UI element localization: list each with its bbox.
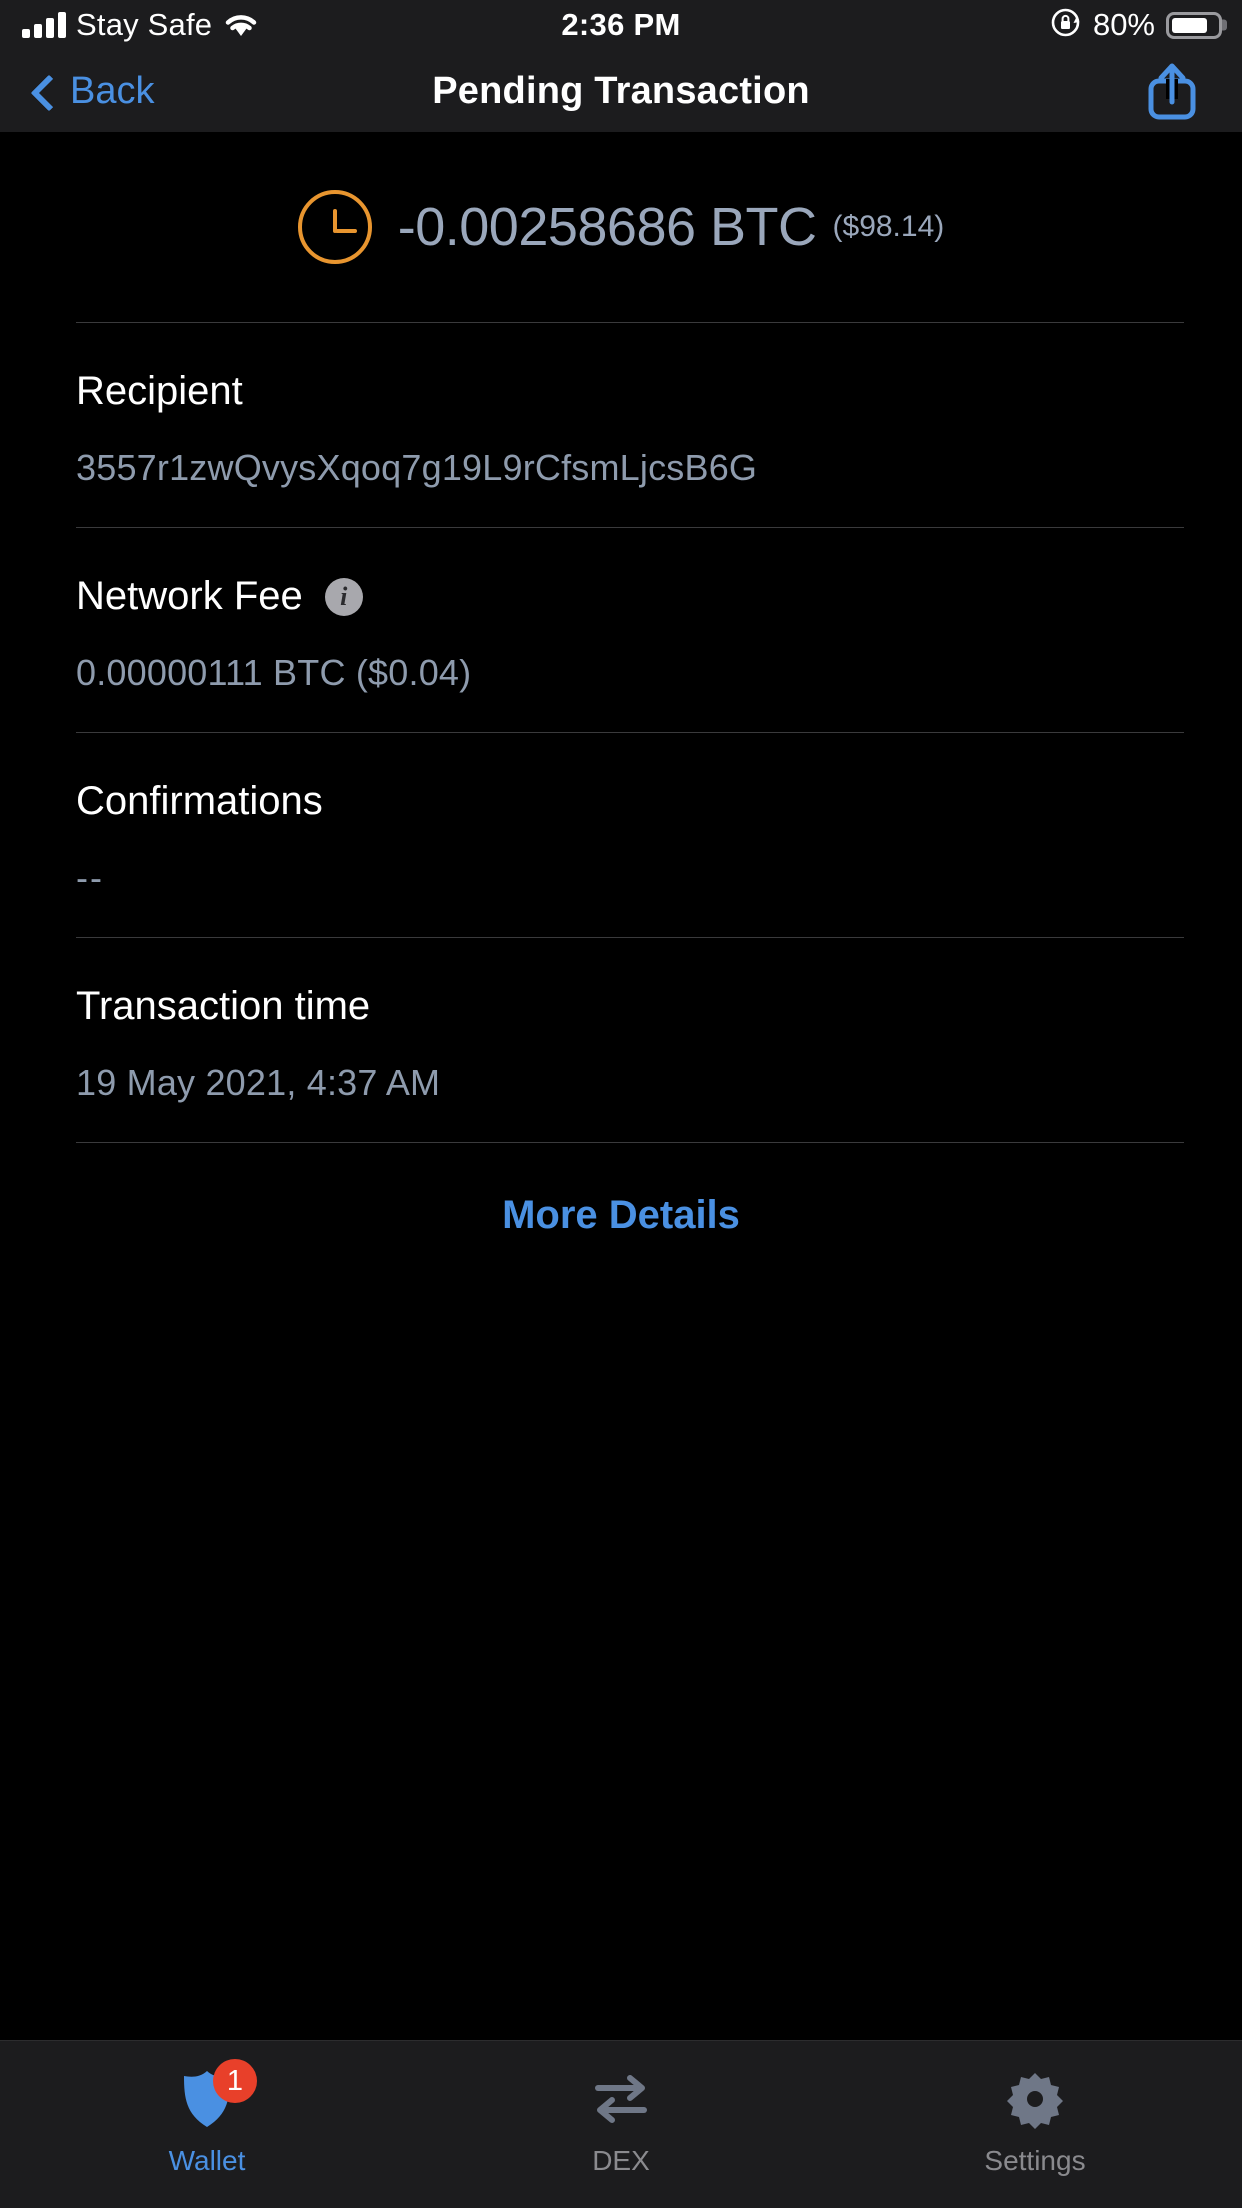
tab-dex-label: DEX	[592, 2145, 650, 2176]
confirmations-value: --	[76, 857, 104, 898]
detail-row-title: Recipient	[76, 369, 243, 413]
tab-settings-label: Settings	[984, 2145, 1086, 2176]
transaction-summary: -0.00258686 BTC ($98.14)	[0, 132, 1242, 322]
tab-wallet-label: Wallet	[168, 2145, 246, 2176]
pending-clock-icon	[297, 190, 372, 264]
shield-icon: 1	[175, 2059, 257, 2131]
gear-icon	[1003, 2067, 1067, 2131]
page-title: Pending Transaction	[432, 69, 810, 112]
bottom-tab-bar: 1 Wallet DEX Settings	[0, 2040, 1242, 2208]
tab-settings[interactable]: Settings	[828, 2067, 1242, 2177]
more-details-container: More Details	[0, 1143, 1242, 1238]
swap-arrows-icon	[589, 2067, 653, 2131]
detail-row-transaction-time: Transaction time 19 May 2021, 4:37 AM	[0, 938, 1242, 1142]
detail-row-network-fee: Network Fee i 0.00000111 BTC ($0.04)	[0, 528, 1242, 732]
detail-row-title: Network Fee i	[76, 574, 1166, 619]
transaction-fiat-amount: ($98.14)	[832, 210, 945, 243]
wallet-badge: 1	[213, 2059, 257, 2103]
status-bar-clock: 2:36 PM	[561, 7, 681, 42]
info-icon[interactable]: i	[324, 577, 363, 616]
tab-wallet[interactable]: 1 Wallet	[0, 2059, 414, 2177]
chevron-left-icon	[30, 78, 56, 104]
status-bar: Stay Safe 2:36 PM 80%	[0, 0, 1242, 50]
share-button[interactable]	[1144, 61, 1200, 121]
detail-row-title: Confirmations	[76, 779, 323, 823]
recipient-address[interactable]: 3557r1zwQvysXqoq7g19L9rCfsmLjcsB6G	[76, 447, 1166, 489]
network-fee-value: 0.00000111 BTC ($0.04)	[76, 652, 472, 693]
transaction-details-list: Recipient 3557r1zwQvysXqoq7g19L9rCfsmLjc…	[0, 322, 1242, 1238]
share-icon	[1148, 63, 1196, 120]
battery-icon	[1166, 11, 1222, 39]
tab-dex[interactable]: DEX	[414, 2067, 828, 2177]
transaction-time-value: 19 May 2021, 4:37 AM	[76, 1062, 441, 1103]
navigation-bar: Pending Transaction Back	[0, 50, 1242, 132]
detail-row-confirmations: Confirmations --	[0, 733, 1242, 937]
more-details-link[interactable]: More Details	[502, 1193, 740, 1238]
transaction-amount: -0.00258686 BTC	[397, 197, 817, 257]
network-fee-label: Network Fee	[76, 574, 303, 618]
detail-row-title: Transaction time	[76, 984, 371, 1028]
detail-row-recipient: Recipient 3557r1zwQvysXqoq7g19L9rCfsmLjc…	[0, 323, 1242, 527]
transaction-detail-screen: Stay Safe 2:36 PM 80% Pending Transactio…	[0, 0, 1242, 2208]
